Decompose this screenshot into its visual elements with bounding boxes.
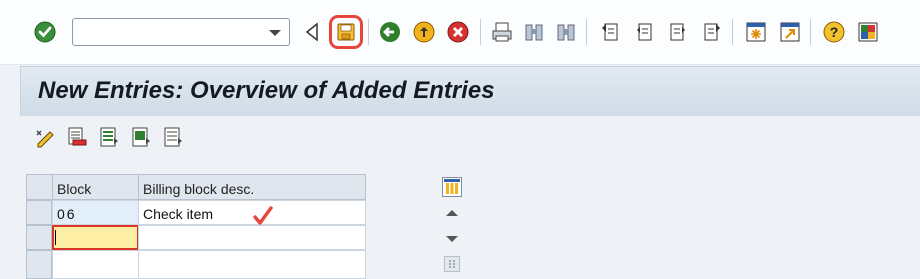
first-page-icon[interactable] xyxy=(598,20,622,44)
scroll-thumb[interactable] xyxy=(444,256,460,272)
table-cell-block-input[interactable] xyxy=(52,225,139,250)
find-icon[interactable] xyxy=(522,20,546,44)
change-display-icon[interactable] xyxy=(34,126,56,148)
previous-page-icon[interactable] xyxy=(632,20,656,44)
text-cursor xyxy=(55,230,56,245)
delete-icon[interactable] xyxy=(66,126,88,148)
scroll-down-icon[interactable] xyxy=(446,236,458,242)
system-toolbar: ? xyxy=(0,0,920,65)
application-toolbar xyxy=(20,116,920,160)
command-input[interactable] xyxy=(76,22,260,44)
exit-icon[interactable] xyxy=(412,20,436,44)
column-settings-icon[interactable] xyxy=(442,177,462,197)
table-cell-block[interactable]: 06 xyxy=(52,200,139,225)
deselect-all-icon[interactable] xyxy=(162,126,184,148)
select-all-icon[interactable] xyxy=(98,126,120,148)
save-icon[interactable] xyxy=(334,20,358,44)
help-icon[interactable]: ? xyxy=(822,20,846,44)
back-icon[interactable] xyxy=(378,20,402,44)
title-bar: New Entries: Overview of Added Entries xyxy=(20,66,920,116)
row-selector[interactable] xyxy=(26,225,52,250)
column-header-block[interactable]: Block xyxy=(52,174,139,200)
row-selector[interactable] xyxy=(26,200,52,225)
next-page-icon[interactable] xyxy=(666,20,690,44)
create-session-icon[interactable] xyxy=(744,20,768,44)
svg-text:?: ? xyxy=(830,24,839,40)
command-field[interactable] xyxy=(72,18,290,46)
print-icon[interactable] xyxy=(490,20,514,44)
vertical-scrollbar[interactable] xyxy=(440,200,464,279)
table-cell-desc[interactable] xyxy=(138,250,366,279)
enter-icon[interactable] xyxy=(33,20,57,44)
row-selector[interactable] xyxy=(26,250,52,279)
table-cell-block[interactable] xyxy=(52,250,139,279)
select-block-icon[interactable] xyxy=(130,126,152,148)
find-next-icon[interactable] xyxy=(554,20,578,44)
column-header-billing-block-desc[interactable]: Billing block desc. xyxy=(138,174,366,200)
last-page-icon[interactable] xyxy=(700,20,724,44)
customize-layout-icon[interactable] xyxy=(856,20,880,44)
checkmark-annotation-icon xyxy=(252,205,274,227)
cancel-icon[interactable] xyxy=(446,20,470,44)
entries-table: Block Billing block desc. 06 Check item xyxy=(26,174,466,279)
collapse-arrow-icon[interactable] xyxy=(300,20,324,44)
scroll-up-icon[interactable] xyxy=(446,210,458,216)
table-cell-desc[interactable] xyxy=(138,225,366,250)
page-title: New Entries: Overview of Added Entries xyxy=(38,77,495,104)
shortcut-icon[interactable] xyxy=(778,20,802,44)
select-all-rows-button[interactable] xyxy=(26,174,53,200)
command-dropdown-icon[interactable] xyxy=(269,30,281,36)
